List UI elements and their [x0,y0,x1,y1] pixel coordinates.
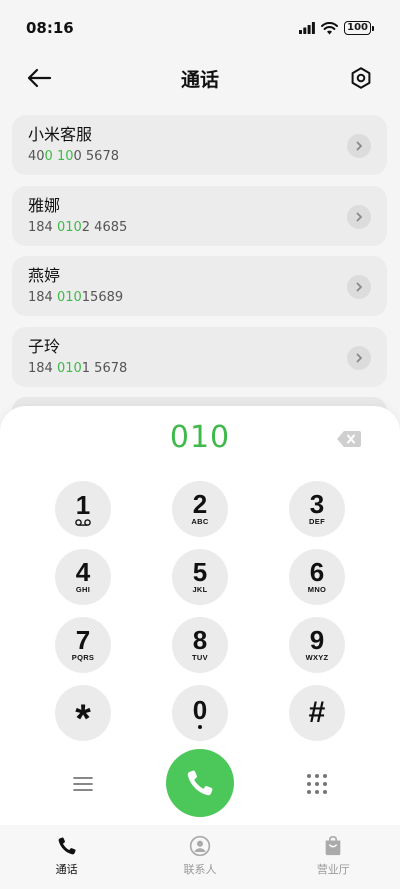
nav-item-calls[interactable]: 通话 [0,825,133,889]
key-letters: DEF [309,517,325,526]
nav-item-contacts[interactable]: 联系人 [133,825,266,889]
contact-icon [189,835,211,857]
key-letters: GHI [75,585,91,594]
chevron-right-icon [356,353,362,362]
key-digit: 8 [192,625,208,655]
key-digit: 1 [75,489,91,520]
nav-label: 联系人 [183,863,217,876]
chevron-right-icon [356,212,362,221]
dialpad-toggle-button[interactable] [305,772,329,796]
key-letters: MNO [307,585,327,594]
contact-item[interactable]: 子玲 184 0101 5678 [12,326,387,387]
nav-label: 通话 [55,863,78,876]
chevron-right-icon [356,282,362,292]
contact-item[interactable]: 雅娜 184 0102 4685 [12,185,387,246]
key-7[interactable]: 7 PQRS [55,617,111,673]
backspace-button[interactable] [336,430,362,448]
settings-button[interactable] [348,65,374,91]
key-8[interactable]: 8 TUV [172,617,228,673]
key-star[interactable]: * [55,685,111,741]
phone-icon [58,837,76,855]
chevron-right-icon [356,141,362,151]
nav-item-store[interactable]: 营业厅 [267,825,400,889]
battery-icon: 100 [344,21,374,35]
key-digit: 3 [309,489,325,519]
contact-name: 子玲 [28,336,61,356]
key-2[interactable]: 2 ABC [172,481,228,537]
contact-name: 雅娜 [28,195,61,215]
key-1[interactable]: 1 [55,481,111,537]
key-0[interactable]: 0 [172,685,228,741]
contact-number: 184 0101 5678 [28,360,128,376]
key-digit: 5 [192,557,208,587]
contact-list: 小米客服 400 100 5678 雅娜 184 0102 4685 燕婷 18… [12,115,387,397]
battery-level: 100 [344,21,371,35]
grid-icon [307,774,327,794]
key-6[interactable]: 6 MNO [289,549,345,605]
key-letters: WXYZ [305,653,329,662]
header: 通话 [0,56,400,100]
bottom-nav: 通话 联系人 营业厅 [0,825,400,889]
contact-number: 184 0102 4685 [28,219,128,235]
store-icon [325,836,341,856]
key-letters: PQRS [71,653,95,662]
contact-name: 燕婷 [28,266,61,285]
signal-icon [299,22,316,34]
contact-detail-button[interactable] [347,134,371,158]
key-letters: JKL [192,585,208,594]
wifi-icon [321,21,339,34]
contact-name: 小米客服 [28,125,93,144]
contact-detail-button[interactable] [347,275,371,299]
phone-icon [187,770,213,796]
menu-icon [73,777,93,791]
contact-item[interactable]: 燕婷 184 01015689 [12,256,387,316]
dialer-panel: 010 1 2 ABC 3 DEF 4 GHI 5 JKL 6 MNO 7 PQ… [0,406,400,889]
key-letters: TUV [192,653,208,662]
status-time: 08:16 [26,19,74,37]
voicemail-icon [75,518,91,526]
back-button[interactable] [22,64,56,92]
settings-icon [351,67,371,89]
key-digit: 0 [192,694,208,725]
key-digit: 4 [75,557,91,587]
back-arrow-icon [27,68,52,88]
key-digit: 2 [192,489,208,519]
key-digit: 6 [309,557,325,587]
contact-number: 400 100 5678 [28,149,119,164]
menu-button[interactable] [70,774,96,794]
key-hash[interactable]: # [289,685,345,741]
contact-detail-button[interactable] [347,204,371,229]
page-title: 通话 [180,68,219,91]
status-bar: 08:16 100 [0,0,400,56]
contact-number: 184 01015689 [28,290,124,305]
key-3[interactable]: 3 DEF [289,481,345,537]
key-digit: 9 [309,625,325,655]
key-digit: * [75,697,91,741]
nav-label: 营业厅 [316,863,350,876]
contact-item[interactable]: 小米客服 400 100 5678 [12,115,387,175]
call-button[interactable] [166,749,234,817]
key-4[interactable]: 4 GHI [55,549,111,605]
status-icons: 100 [299,21,374,35]
key-5[interactable]: 5 JKL [172,549,228,605]
key-digit: 7 [75,625,91,655]
key-9[interactable]: 9 WXYZ [289,617,345,673]
contact-detail-button[interactable] [347,345,371,370]
key-letters: ABC [191,517,209,526]
key-digit: # [308,696,326,729]
backspace-icon [337,431,361,447]
key-0-dot [198,724,202,729]
